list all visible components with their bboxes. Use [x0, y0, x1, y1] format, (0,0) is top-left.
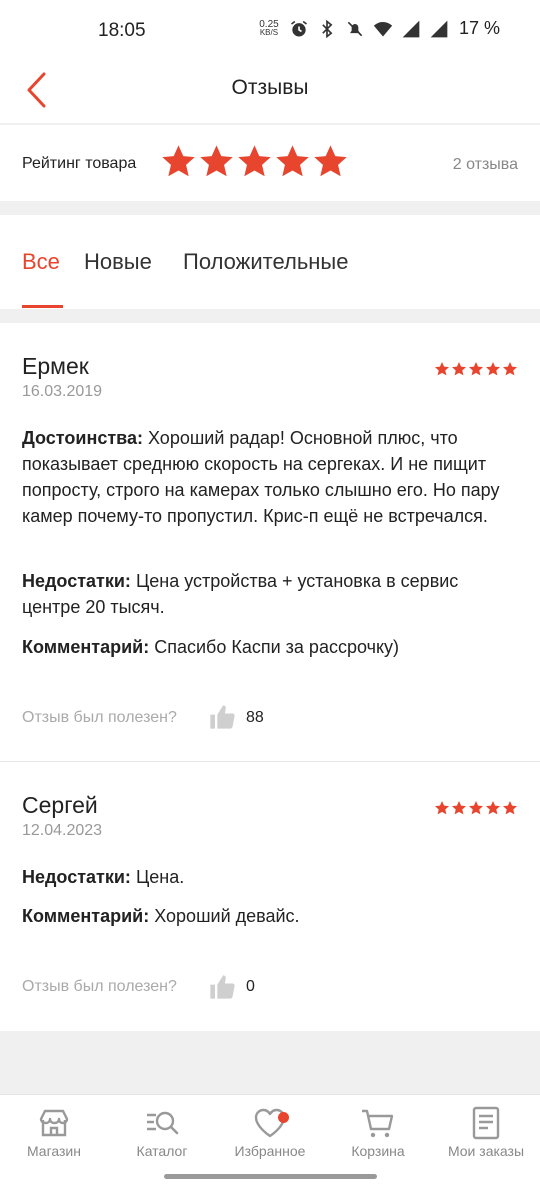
active-tab-indicator: [22, 305, 63, 308]
cart-icon: [362, 1109, 394, 1138]
tab-positive[interactable]: Положительные: [183, 249, 348, 275]
mute-icon: [347, 21, 363, 36]
wifi-icon: [373, 21, 393, 36]
nav-label: Корзина: [351, 1143, 405, 1159]
net-speed: 0.25 KB/S: [257, 19, 281, 37]
review-comment: Комментарий: Хороший девайс.: [22, 903, 518, 929]
star-icon: [452, 362, 466, 376]
catalog-search-icon: [147, 1111, 179, 1135]
store-icon: [39, 1109, 69, 1137]
star-icon: [162, 145, 195, 177]
review-author: Ермек: [22, 353, 89, 379]
review-tabs: Все Новые Положительные: [0, 215, 540, 309]
helpful-count: 0: [246, 978, 255, 995]
review-comment: Комментарий: Спасибо Каспи за рассрочку): [22, 634, 518, 660]
star-icon: [469, 801, 483, 815]
signal-icon: [402, 20, 420, 37]
alarm-icon: [290, 20, 307, 36]
nav-orders[interactable]: Мои заказы: [436, 1105, 536, 1159]
cons-label: Недостатки:: [22, 867, 131, 887]
status-bar: 18:05 0.25 KB/S 17 %: [0, 0, 540, 62]
review-count[interactable]: 2 отзыва: [453, 156, 518, 174]
helpful-count: 88: [246, 709, 264, 726]
star-icon: [200, 145, 233, 177]
status-time: 18:05: [98, 20, 146, 41]
review-stars: [434, 800, 518, 816]
nav-label: Мои заказы: [447, 1143, 525, 1159]
nav-store[interactable]: Магазин: [4, 1105, 104, 1159]
pros-label: Достоинства:: [22, 428, 143, 448]
nav-label: Магазин: [26, 1143, 81, 1159]
comment-label: Комментарий:: [22, 637, 150, 657]
star-icon: [486, 801, 500, 815]
star-icon: [503, 801, 517, 815]
nav-favorites[interactable]: Избранное: [220, 1105, 320, 1159]
nav-label: Каталог: [136, 1143, 188, 1159]
star-icon: [452, 801, 466, 815]
rating-label: Рейтинг товара: [22, 155, 137, 172]
review-card: Сергей 12.04.2023 Недостатки: Цена. Комм…: [0, 762, 540, 1031]
tab-all[interactable]: Все: [22, 249, 60, 275]
rating-summary: Рейтинг товара 2 отзыва: [0, 125, 540, 201]
orders-icon: [472, 1106, 500, 1140]
nav-cart[interactable]: Корзина: [328, 1105, 428, 1159]
heart-icon: [254, 1108, 286, 1138]
cons-label: Недостатки:: [22, 571, 131, 591]
review-date: 16.03.2019: [22, 383, 103, 400]
rating-stars: [160, 143, 349, 180]
comment-label: Комментарий:: [22, 906, 150, 926]
review-pros: Достоинства: Хороший радар! Основной плю…: [22, 425, 518, 529]
tab-new[interactable]: Новые: [84, 249, 152, 275]
status-icons: 0.25 KB/S 17 %: [257, 18, 500, 39]
nav-label: Избранное: [234, 1143, 306, 1159]
star-icon: [238, 145, 271, 177]
notification-dot: [278, 1112, 289, 1123]
review-cons: Недостатки: Цена.: [22, 864, 518, 890]
review-date: 12.04.2023: [22, 822, 103, 839]
review-stars: [434, 361, 518, 377]
battery-level: 17 %: [458, 18, 500, 38]
review-card: Ермек 16.03.2019 Достоинства: Хороший ра…: [0, 323, 540, 761]
signal-icon-2: [430, 20, 448, 37]
star-icon: [486, 362, 500, 376]
home-indicator[interactable]: [164, 1174, 377, 1179]
nav-catalog[interactable]: Каталог: [112, 1105, 212, 1159]
thumbs-up-icon[interactable]: [208, 973, 236, 1001]
app-header: Отзывы: [0, 62, 540, 124]
thumbs-up-icon[interactable]: [208, 703, 236, 731]
star-icon: [435, 362, 449, 376]
star-icon: [435, 801, 449, 815]
comment-text: Спасибо Каспи за рассрочку): [154, 637, 400, 657]
star-icon: [469, 362, 483, 376]
star-icon: [503, 362, 517, 376]
helpful-label: Отзыв был полезен?: [22, 978, 177, 995]
net-speed-unit: KB/S: [259, 27, 279, 37]
bluetooth-icon: [322, 19, 333, 38]
helpful-label: Отзыв был полезен?: [22, 709, 177, 726]
review-cons: Недостатки: Цена устройства + установка …: [22, 568, 518, 620]
review-author: Сергей: [22, 792, 98, 818]
comment-text: Хороший девайс.: [154, 906, 300, 926]
cons-text: Цена.: [135, 867, 185, 887]
page-title: Отзывы: [231, 76, 309, 99]
star-icon: [314, 145, 347, 177]
star-icon: [276, 145, 309, 177]
